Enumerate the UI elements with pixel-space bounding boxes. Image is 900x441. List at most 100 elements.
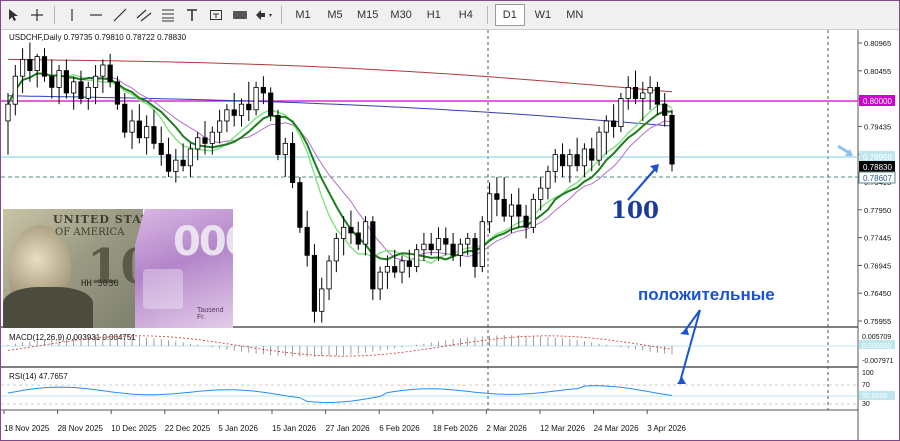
channel-icon[interactable]	[134, 5, 154, 25]
candle-body	[479, 221, 485, 267]
candle-body	[78, 81, 84, 99]
cursor-icon[interactable]	[3, 5, 23, 25]
crosshair-icon[interactable]	[27, 5, 47, 25]
candle-body	[662, 103, 668, 116]
candle-body	[209, 131, 215, 144]
candle-body	[355, 232, 361, 245]
candle-body	[100, 64, 106, 77]
banknote-serial-image: HH 3030	[81, 279, 119, 289]
candle-body	[253, 86, 259, 111]
candle-body	[611, 120, 617, 127]
vertical-line-icon[interactable]	[62, 5, 82, 25]
candle-body	[195, 137, 201, 150]
candle-body	[319, 288, 325, 312]
candle-body	[428, 243, 434, 251]
price-axis-label: 0.80965	[864, 39, 891, 48]
candle-body	[486, 193, 493, 223]
candle-body	[85, 86, 91, 99]
candle-body	[180, 159, 186, 167]
candle-body	[596, 131, 602, 161]
date-axis-label: 2 Mar 2026	[486, 424, 527, 433]
rsi-label: RSI(14) 47.7657	[9, 372, 68, 381]
date-axis-label: 18 Feb 2026	[433, 424, 478, 433]
date-axis-label: 28 Nov 2025	[58, 424, 104, 433]
candle-body	[260, 86, 266, 94]
label-icon[interactable]	[206, 5, 226, 25]
candle-body	[545, 170, 551, 189]
date-axis-label: 10 Dec 2025	[111, 424, 157, 433]
timeframe-d1-button[interactable]: D1	[494, 4, 525, 26]
candle-body	[144, 126, 150, 139]
horizontal-line-icon[interactable]	[86, 5, 106, 25]
candle-body	[49, 75, 55, 88]
price-axis-label: 0.79435	[864, 122, 891, 131]
date-axis-label: 15 Jan 2026	[272, 424, 317, 433]
timeframe-m15-button[interactable]: M15	[353, 5, 382, 25]
timeframe-mn-button[interactable]: MN	[561, 5, 589, 25]
candle-body	[268, 92, 274, 116]
candle-body	[158, 142, 164, 155]
candle-body	[224, 109, 230, 122]
timeframe-m30-button[interactable]: M30	[386, 5, 415, 25]
candle-body	[297, 182, 303, 228]
franc-watermark-image	[143, 269, 183, 309]
candle-body	[377, 271, 383, 290]
rsi-axis-100: 100	[862, 370, 874, 377]
shape-icon[interactable]	[230, 5, 250, 25]
arrowhead-icon	[677, 377, 686, 384]
candle-body	[63, 70, 69, 94]
candle-body	[304, 226, 310, 256]
text-icon[interactable]	[182, 5, 202, 25]
macd-axis-zero: 0.000000	[862, 343, 891, 350]
timeframe-m5-button[interactable]: M5	[321, 5, 349, 25]
candle-body	[559, 154, 566, 167]
fibonacci-icon[interactable]	[158, 5, 178, 25]
annotation-positive: положительные	[638, 285, 775, 304]
currency-photo: 100 UNITED STATES OF AMERICA HH 3030 000…	[3, 209, 233, 328]
toolbar-separator	[54, 6, 55, 24]
candle-body	[523, 215, 529, 228]
price-axis-label: 0.76450	[864, 289, 891, 298]
candle-body	[129, 120, 135, 133]
chart-header: USDCHF,Daily 0.79735 0.79810 0.78722 0.7…	[9, 33, 187, 42]
arrowhead-icon	[680, 328, 689, 335]
candle-body	[348, 226, 354, 234]
candle-body	[231, 109, 237, 116]
timeframe-m1-button[interactable]: M1	[289, 5, 317, 25]
candle-body	[34, 56, 40, 71]
candle-body	[581, 148, 588, 167]
candle-body	[472, 238, 478, 267]
candle-body	[435, 238, 442, 251]
macd-axis-bottom: -0.007971	[862, 358, 894, 365]
arrows-icon[interactable]	[254, 5, 274, 25]
rsi-axis-70: 70	[862, 382, 870, 389]
date-axis-label: 3 Apr 2026	[647, 424, 686, 433]
candle-body	[275, 114, 281, 155]
trendline-icon[interactable]	[110, 5, 130, 25]
candle-body	[457, 243, 463, 256]
timeframe-w1-button[interactable]: W1	[529, 5, 557, 25]
date-axis-label: 6 Feb 2026	[379, 424, 420, 433]
banknote-text-image: OF AMERICA	[55, 227, 125, 238]
macd-axis-top: 0.005709	[862, 334, 891, 341]
candle-body	[450, 243, 456, 256]
candle-body	[165, 154, 172, 172]
price-axis-label: 0.77445	[864, 234, 891, 243]
candle-body	[421, 243, 427, 251]
candle-body	[114, 81, 121, 105]
candle-body	[333, 238, 339, 262]
date-axis-label: 24 Mar 2026	[594, 424, 639, 433]
timeframe-h4-button[interactable]: H4	[452, 5, 480, 25]
candle-body	[669, 114, 675, 165]
portrait-coat	[3, 287, 93, 328]
candle-body	[632, 86, 639, 99]
candle-body	[530, 198, 536, 228]
toolbar: M1 M5 M15 M30 H1 H4 D1 W1 MN	[1, 1, 899, 30]
date-axis-label: 5 Jan 2026	[218, 424, 258, 433]
candle-body	[567, 154, 573, 167]
candle-body	[71, 81, 77, 94]
timeframe-h1-button[interactable]: H1	[420, 5, 448, 25]
price-axis-label: 0.75955	[864, 317, 891, 326]
candle-body	[173, 159, 179, 172]
candle-body	[151, 126, 157, 144]
